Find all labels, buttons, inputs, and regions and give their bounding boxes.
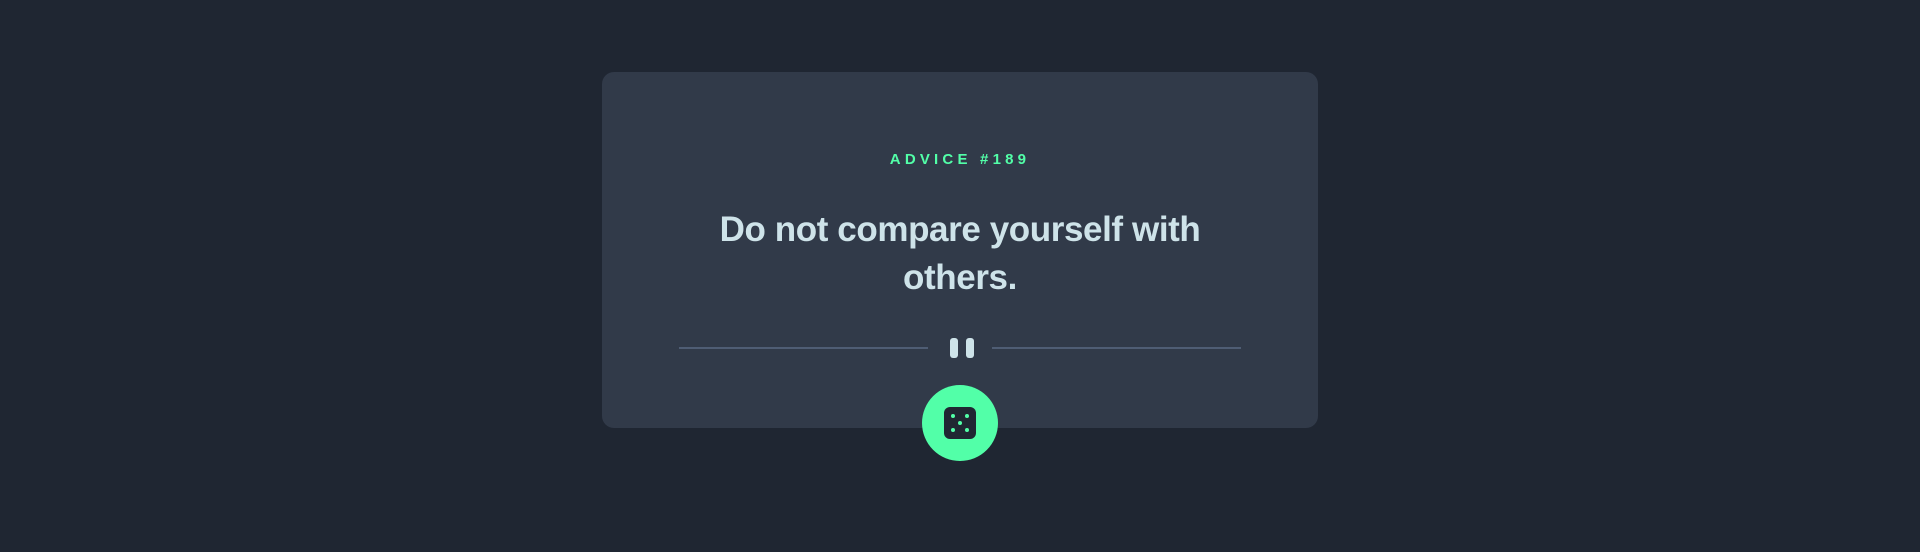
new-advice-button[interactable] bbox=[922, 385, 998, 461]
advice-card: ADVICE #189 Do not compare yourself with… bbox=[602, 72, 1318, 428]
divider bbox=[679, 336, 1241, 360]
dice-pip bbox=[958, 421, 962, 425]
dice-icon bbox=[944, 407, 976, 439]
page: ADVICE #189 Do not compare yourself with… bbox=[0, 0, 1920, 552]
pause-bar-right bbox=[966, 338, 974, 358]
advice-id-label: ADVICE #189 bbox=[889, 151, 1031, 168]
dice-pip bbox=[965, 428, 969, 432]
pause-bar-left bbox=[950, 338, 958, 358]
advice-quote: Do not compare yourself with others. bbox=[719, 210, 1201, 297]
divider-line-right bbox=[992, 347, 1241, 349]
pause-icon bbox=[948, 336, 974, 360]
divider-line-left bbox=[679, 347, 928, 349]
dice-pip bbox=[965, 414, 969, 418]
dice-pip bbox=[951, 428, 955, 432]
dice-pip bbox=[951, 414, 955, 418]
